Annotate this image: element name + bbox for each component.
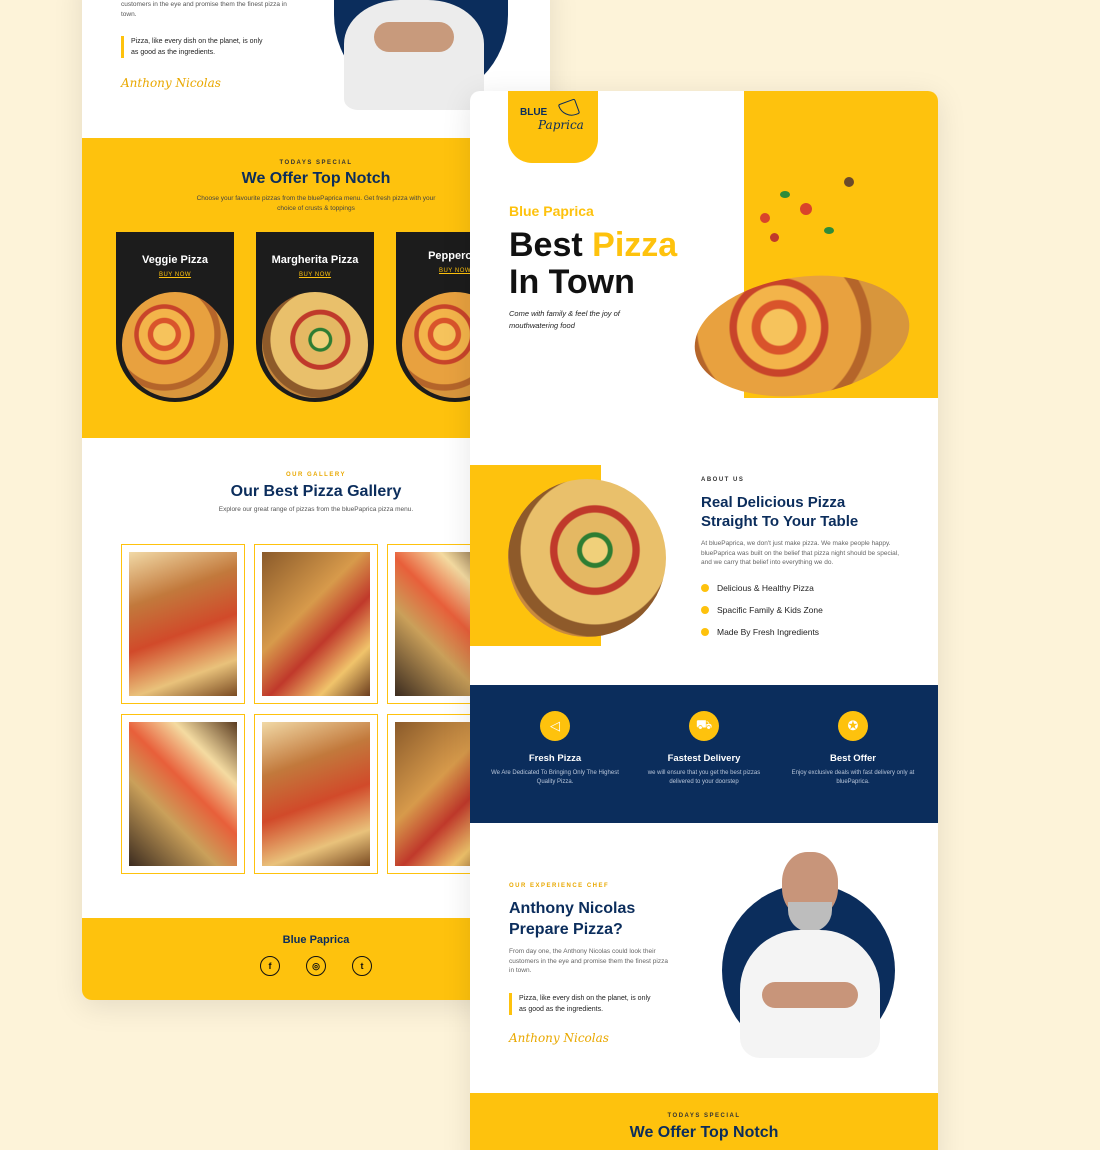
chef-quote: Pizza, like every dish on the planet, is… [509, 993, 659, 1015]
feature-title: Best Offer [830, 753, 876, 764]
menu-card-veggie[interactable]: Veggie Pizza BUY NOW [116, 232, 234, 402]
logo[interactable]: BLUE Paprica [508, 91, 598, 163]
flying-toppings [760, 177, 854, 253]
chef-signature: Anthony Nicolas [121, 76, 221, 90]
pizza-image [122, 292, 228, 398]
chef-kicker: OUR EXPERIENCE CHEF [509, 883, 610, 889]
about-pizza-image [508, 479, 666, 637]
chef-quote: Pizza, like every dish on the planet, is… [121, 36, 271, 58]
hero-title: Best Pizza In Town [509, 227, 677, 301]
features-band: ◁ Fresh Pizza We Are Dedicated To Bringi… [470, 685, 938, 823]
hero-title-in-town: In Town [509, 263, 635, 301]
chef-title: Anthony Nicolas Prepare Pizza? [509, 900, 636, 938]
feature-fresh-pizza: ◁ Fresh Pizza We Are Dedicated To Bringi… [490, 711, 620, 787]
special-title: We Offer Top Notch [629, 1124, 779, 1141]
hero-title-pizza: Pizza [592, 226, 678, 264]
gallery-item[interactable] [121, 714, 245, 874]
gallery-item[interactable] [254, 544, 378, 704]
logo-text-paprica: Paprica [538, 118, 584, 132]
facebook-icon[interactable]: f [260, 956, 280, 976]
feature-fastest-delivery: ⛟ Fastest Delivery we will ensure that y… [639, 711, 769, 787]
todays-special-section: TODAYS SPECIAL We Offer Top Notch [470, 1093, 938, 1150]
chef-description: From day one, the Anthony Nicolas could … [509, 948, 668, 974]
feature-best-offer: ✪ Best Offer Enjoy exclusive deals with … [788, 711, 918, 787]
menu-item-name: Veggie Pizza [141, 254, 209, 266]
special-description: Choose your favourite pizzas from the bl… [196, 195, 436, 212]
about-title: Real Delicious Pizza Straight To Your Ta… [701, 494, 859, 530]
chef-description-cut: customers in the eye and promise them th… [121, 1, 287, 18]
feature-title: Fastest Delivery [667, 753, 741, 764]
special-kicker: TODAYS SPECIAL [667, 1113, 741, 1119]
chef-photo [722, 852, 895, 1058]
feature-description: Enjoy exclusive deals with fast delivery… [791, 770, 915, 785]
list-item: Made By Fresh Ingredients [701, 627, 823, 637]
hero-title-best: Best [509, 226, 593, 264]
about-kicker: ABOUT US [701, 477, 745, 483]
hero-kicker: Blue Paprica [509, 203, 594, 219]
instagram-icon[interactable]: ◎ [306, 956, 326, 976]
buy-now-link[interactable]: BUY NOW [256, 272, 374, 278]
hero-subtitle: Come with family & feel the joy of mouth… [509, 309, 620, 330]
buy-now-link[interactable]: BUY NOW [116, 272, 234, 278]
offer-tag-icon: ✪ [838, 711, 868, 741]
crossed-arms [762, 982, 858, 1008]
chef-signature: Anthony Nicolas [509, 1031, 609, 1045]
chef-photo-circle [334, 0, 508, 110]
gallery-item[interactable] [254, 714, 378, 874]
check-icon [701, 628, 709, 636]
pizza-image [262, 292, 368, 398]
menu-item-name: Margherita Pizza [271, 254, 359, 266]
front-page-preview: BLUE Paprica Blue Paprica Best Pizza In … [470, 91, 938, 1150]
delivery-scooter-icon: ⛟ [689, 711, 719, 741]
twitter-icon[interactable]: t [352, 956, 372, 976]
list-item: Delicious & Healthy Pizza [701, 583, 823, 593]
chef-beard [788, 902, 832, 932]
about-description: At bluePaprica, we don't just make pizza… [701, 540, 900, 566]
gallery-item[interactable] [121, 544, 245, 704]
crossed-arms [374, 22, 454, 52]
about-features-list: Delicious & Healthy Pizza Spacific Famil… [701, 583, 823, 649]
pizza-slice-icon: ◁ [540, 711, 570, 741]
feature-title: Fresh Pizza [528, 753, 582, 764]
feature-description: We Are Dedicated To Bringing Only The Hi… [491, 770, 619, 785]
list-item: Spacific Family & Kids Zone [701, 605, 823, 615]
menu-card-margherita[interactable]: Margherita Pizza BUY NOW [256, 232, 374, 402]
check-icon [701, 584, 709, 592]
feature-description: we will ensure that you get the best piz… [647, 770, 761, 785]
check-icon [701, 606, 709, 614]
